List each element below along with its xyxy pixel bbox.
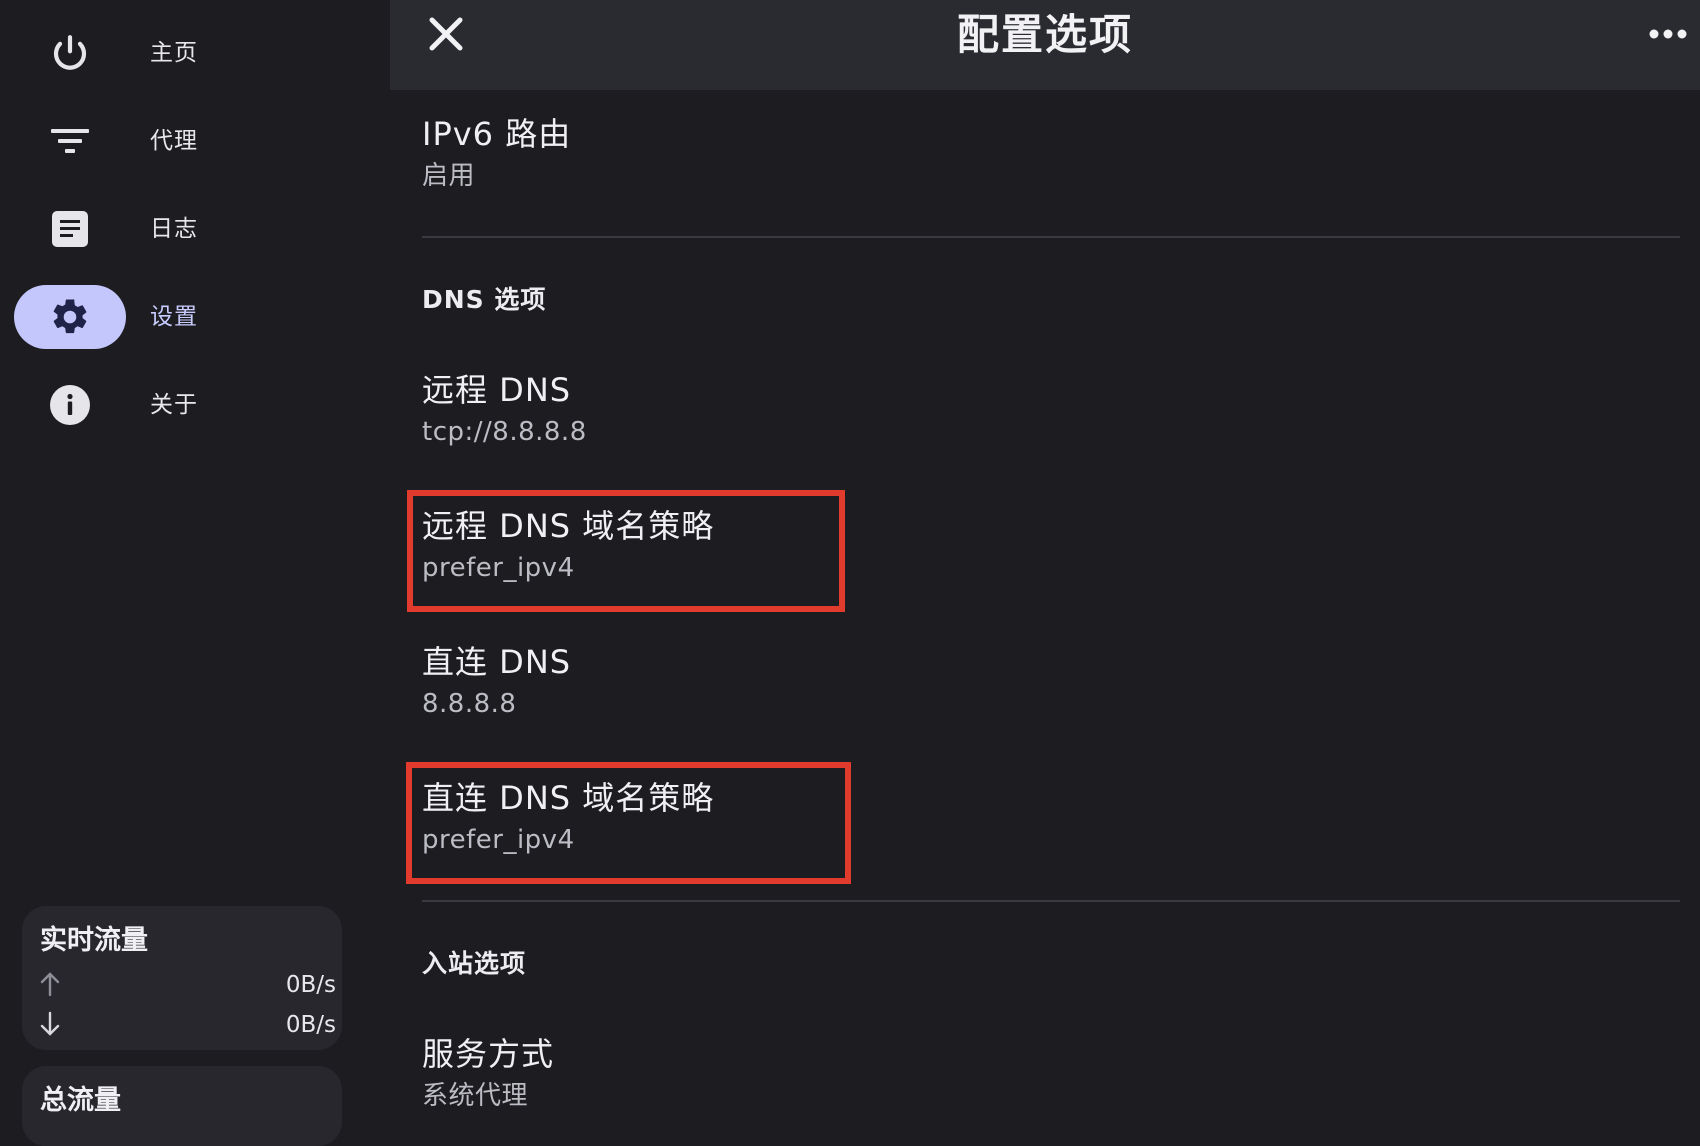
sidebar-item-label: 关于 xyxy=(150,392,198,418)
pref-title: 直连 DNS xyxy=(422,643,572,681)
sidebar-item-label: 设置 xyxy=(150,304,198,330)
arrow-up-icon xyxy=(40,972,60,997)
total-traffic-card: 总流量 xyxy=(22,1066,342,1146)
pref-remote-dns[interactable]: 远程 DNS tcp://8.8.8.8 xyxy=(422,368,587,452)
sidebar-item-home[interactable]: 主页 xyxy=(0,18,390,88)
pref-remote-dns-strategy[interactable]: 远程 DNS 域名策略 prefer_ipv4 xyxy=(422,504,714,588)
realtime-traffic-card: 实时流量 0B/s 0B/s xyxy=(22,906,342,1050)
upload-speed-row: 0B/s xyxy=(36,968,336,1002)
divider xyxy=(422,900,1680,902)
sidebar: 主页 代理 日志 设置 关于 实时流量 0B/s 0B/s 总流量 xyxy=(0,0,390,1146)
sidebar-item-label: 主页 xyxy=(150,40,198,66)
settings-list: IPv6 路由 启用 DNS 选项 远程 DNS tcp://8.8.8.8 远… xyxy=(390,90,1700,1124)
pref-service-mode[interactable]: 服务方式 系统代理 xyxy=(422,1032,554,1116)
pref-title: 服务方式 xyxy=(422,1035,555,1073)
total-traffic-title: 总流量 xyxy=(40,1085,121,1116)
divider xyxy=(422,236,1680,238)
download-speed-row: 0B/s xyxy=(36,1008,336,1042)
pref-value: tcp://8.8.8.8 xyxy=(422,417,587,447)
sidebar-item-logs[interactable]: 日志 xyxy=(0,194,390,264)
pref-ipv6-route[interactable]: IPv6 路由 启用 xyxy=(422,112,571,196)
close-icon[interactable] xyxy=(426,14,466,54)
pref-value: prefer_ipv4 xyxy=(422,553,575,583)
pref-value: 系统代理 xyxy=(422,1081,529,1111)
arrow-down-icon xyxy=(40,1011,60,1036)
pref-direct-dns[interactable]: 直连 DNS 8.8.8.8 xyxy=(422,640,571,724)
pref-title: IPv6 路由 xyxy=(422,115,572,153)
pref-direct-dns-strategy[interactable]: 直连 DNS 域名策略 prefer_ipv4 xyxy=(422,776,714,860)
app-bar: 配置选项 xyxy=(390,0,1700,90)
pref-title: 远程 DNS 域名策略 xyxy=(422,507,715,545)
sidebar-item-about[interactable]: 关于 xyxy=(0,370,390,440)
pref-value: prefer_ipv4 xyxy=(422,825,575,855)
section-header-inbound: 入站选项 xyxy=(422,949,527,978)
gear-icon xyxy=(14,285,126,349)
power-icon xyxy=(14,21,126,85)
upload-speed: 0B/s xyxy=(285,972,336,998)
info-icon xyxy=(14,373,126,437)
pref-value: 启用 xyxy=(422,161,476,191)
download-speed: 0B/s xyxy=(285,1012,336,1038)
sidebar-item-settings[interactable]: 设置 xyxy=(0,282,390,352)
pref-value: 8.8.8.8 xyxy=(422,689,517,719)
more-options-icon[interactable] xyxy=(1648,26,1688,42)
sidebar-item-label: 代理 xyxy=(150,128,198,154)
sidebar-item-proxy[interactable]: 代理 xyxy=(0,106,390,176)
filter-icon xyxy=(14,109,126,173)
section-header-dns: DNS 选项 xyxy=(422,285,547,314)
pref-title: 远程 DNS xyxy=(422,371,572,409)
page-title: 配置选项 xyxy=(956,10,1133,59)
realtime-traffic-title: 实时流量 xyxy=(40,925,148,956)
sidebar-item-label: 日志 xyxy=(150,216,198,242)
log-document-icon xyxy=(14,197,126,261)
pref-title: 直连 DNS 域名策略 xyxy=(422,779,715,817)
